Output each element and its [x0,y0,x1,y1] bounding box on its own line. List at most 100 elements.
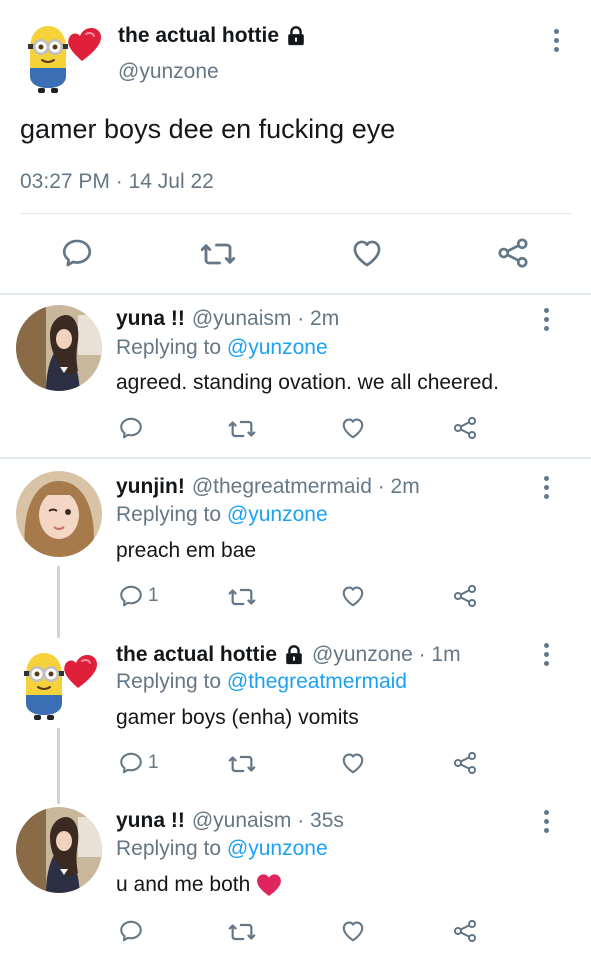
display-name[interactable]: the actual hottie [118,24,307,48]
handle[interactable]: @yunzone [118,60,219,84]
avatar[interactable] [20,18,104,94]
replying-to: Replying to @yunzone [116,503,328,527]
minion-heart-avatar-icon [16,645,100,721]
more-vertical-icon [543,809,549,815]
meta-separator: · [115,170,123,193]
replying-to-label: Replying to [116,837,222,860]
share-icon [452,750,478,776]
replying-to-link[interactable]: @yunzone [227,503,328,526]
replying-to: Replying to @yunzone [116,837,328,861]
reply-text: agreed. standing ovation. we all cheered… [116,371,499,395]
share-button[interactable] [452,918,478,944]
more-options-button[interactable] [536,307,556,331]
lock-icon [285,25,307,47]
retweet-button[interactable] [228,750,256,778]
replying-to-label: Replying to [116,336,222,359]
reply-icon [118,750,144,776]
lock-icon [283,644,305,666]
more-vertical-icon [543,642,549,648]
replying-to-label: Replying to [116,503,222,526]
reply-tweet: yuna !! @yunaism · 2m Replying to @yunzo… [0,295,591,457]
heart-icon [340,918,366,944]
share-icon [452,583,478,609]
handle-time: @yunzone · 1m [312,643,461,666]
replying-to-label: Replying to [116,670,222,693]
more-vertical-icon [543,475,549,481]
share-button[interactable] [452,750,478,776]
replying-to-link[interactable]: @yunzone [227,336,328,359]
handle-time: @yunaism · 2m [191,307,340,330]
avatar[interactable] [16,471,102,557]
tweet-text: gamer boys dee en fucking eye [20,114,396,144]
share-icon [452,918,478,944]
profile-photo [16,471,102,557]
avatar[interactable] [16,807,102,893]
replying-to: Replying to @thegreatmermaid [116,670,407,694]
like-button[interactable] [340,583,366,609]
share-button[interactable] [496,236,530,270]
retweet-button[interactable] [200,236,236,272]
reply-text: gamer boys (enha) vomits [116,706,359,730]
share-button[interactable] [452,415,478,441]
reply-header[interactable]: yuna !! @yunaism · 35s [116,809,344,833]
main-tweet: the actual hottie @yunzone gamer boys de… [0,0,591,293]
tweet-date: 14 Jul 22 [128,170,214,193]
display-name: yuna !! [116,809,185,832]
reply-header[interactable]: yunjin! @thegreatmermaid · 2m [116,475,420,499]
heart-icon [350,236,384,270]
reply-icon [118,583,144,609]
like-button[interactable] [350,236,384,270]
reply-text-content: u and me both [116,873,251,896]
reply-icon [118,415,144,441]
reply-text: preach em bae [116,539,256,563]
retweet-icon [228,750,256,778]
divider [20,213,571,214]
retweet-button[interactable] [228,415,256,443]
reply-tweet: yuna !! @yunaism · 35s Replying to @yunz… [0,793,591,960]
minion-heart-avatar-icon [20,18,104,94]
reply-button[interactable] [60,236,94,270]
reply-button[interactable] [118,918,148,944]
reply-header[interactable]: yuna !! @yunaism · 2m [116,307,339,331]
reply-text-content: agreed. standing ovation. we all cheered… [116,371,499,394]
replying-to-link[interactable]: @thegreatmermaid [227,670,407,693]
like-button[interactable] [340,415,366,441]
reply-text-content: preach em bae [116,539,257,562]
retweet-button[interactable] [228,583,256,611]
display-name: yunjin! [116,475,185,498]
more-options-button[interactable] [546,28,566,52]
display-name: yuna !! [116,307,185,330]
tweet-timestamp[interactable]: 03:27 PM · 14 Jul 22 [20,170,214,194]
reply-text-content: gamer boys (enha) vomits [116,706,359,729]
reply-button[interactable]: 1 [118,583,159,609]
reply-button[interactable]: 1 [118,750,159,776]
tweet-actions [0,232,591,276]
avatar[interactable] [16,305,102,391]
more-options-button[interactable] [536,642,556,666]
replying-to-link[interactable]: @yunzone [227,837,328,860]
heart-icon [340,583,366,609]
more-vertical-icon [553,28,559,34]
reply-button[interactable] [118,415,148,441]
reply-header[interactable]: the actual hottie @yunzone · 1m [116,643,461,667]
handle-time: @thegreatmermaid · 2m [191,475,420,498]
display-name-text: the actual hottie [118,24,280,47]
heart-icon [340,750,366,776]
more-options-button[interactable] [536,809,556,833]
profile-photo [16,807,102,893]
reply-tweet: yunjin! @thegreatmermaid · 2m Replying t… [0,459,591,623]
avatar[interactable] [16,645,102,725]
share-icon [496,236,530,270]
reply-text: u and me both [116,873,282,897]
tweet-time: 03:27 PM [20,170,110,193]
like-button[interactable] [340,918,366,944]
reply-tweet: the actual hottie @yunzone · 1m Replying… [0,623,591,793]
like-button[interactable] [340,750,366,776]
retweet-button[interactable] [228,918,256,946]
heart-icon [340,415,366,441]
handle-time: @yunaism · 35s [191,809,344,832]
more-options-button[interactable] [536,475,556,499]
share-button[interactable] [452,583,478,609]
retweet-icon [228,918,256,946]
reply-icon [118,918,144,944]
